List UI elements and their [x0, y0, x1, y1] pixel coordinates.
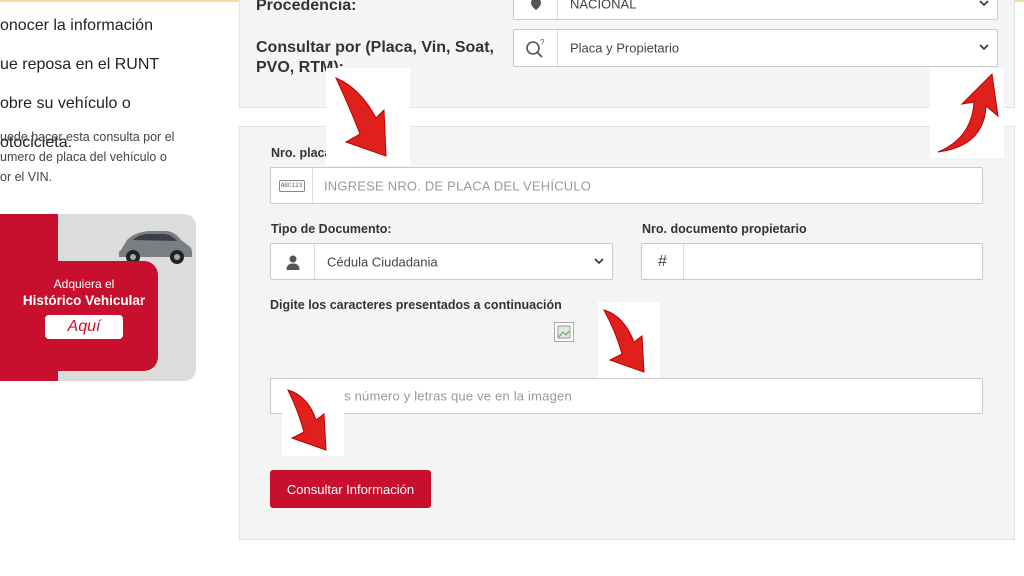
consultar-por-value: Placa y Propietario — [570, 40, 680, 56]
historico-vehicular-promo[interactable]: Adquiera el Histórico Vehicular Aquí — [0, 214, 196, 381]
sub-text: uede hacer esta consulta por el umero de… — [0, 127, 215, 187]
red-arrow-icon — [930, 68, 1004, 158]
chevron-down-icon — [979, 0, 989, 10]
tipo-documento-value: Cédula Ciudadania — [327, 254, 438, 269]
user-icon — [271, 244, 315, 279]
intro-line-2: ue reposa en el RUNT — [0, 55, 160, 73]
promo-aqui-button[interactable]: Aquí — [45, 315, 123, 339]
nro-documento-input[interactable]: # — [641, 243, 983, 280]
red-arrow-icon — [598, 302, 660, 378]
tipo-documento-label: Tipo de Documento: — [271, 222, 392, 236]
captcha-image — [554, 322, 574, 342]
captcha-label: Digite los caracteres presentados a cont… — [270, 298, 562, 312]
chevron-down-icon — [594, 256, 604, 268]
promo-line-1: Adquiera el — [53, 277, 115, 291]
intro-line-3: obre su vehículo o — [0, 94, 131, 112]
chevron-down-icon — [979, 42, 989, 54]
car-icon — [119, 231, 192, 264]
placa-label: Nro. placa — [271, 146, 332, 160]
procedencia-select[interactable]: NACIONAL — [513, 0, 998, 20]
procedencia-value: NACIONAL — [570, 0, 637, 12]
placa-input[interactable]: ABC123 INGRESE NRO. DE PLACA DEL VEHÍCUL… — [270, 167, 983, 204]
search-question-icon: ? — [514, 30, 558, 66]
red-arrow-icon — [326, 68, 410, 166]
sub-line-3: or el VIN. — [0, 170, 53, 184]
placa-placeholder: INGRESE NRO. DE PLACA DEL VEHÍCULO — [324, 178, 592, 193]
sub-line-2: umero de placa del vehículo o — [0, 150, 167, 164]
captcha-input[interactable]: Ingrese los número y letras que ve en la… — [270, 378, 983, 414]
hash-icon: # — [642, 244, 684, 279]
sub-line-1: uede hacer esta consulta por el — [0, 130, 175, 144]
license-plate-icon: ABC123 — [271, 168, 313, 203]
intro-line-1: onocer la información — [0, 16, 153, 34]
svg-text:?: ? — [540, 38, 545, 47]
procedencia-label: Procedencia: — [256, 0, 357, 14]
promo-line-2: Histórico Vehicular — [22, 293, 146, 308]
promo-inner-box: Adquiera el Histórico Vehicular Aquí — [10, 261, 158, 371]
red-arrow-icon — [282, 384, 344, 456]
left-info-column: onocer la información ue reposa en el RU… — [0, 0, 230, 576]
consultar-informacion-button[interactable]: Consultar Información — [270, 470, 431, 508]
tipo-documento-select[interactable]: Cédula Ciudadania — [270, 243, 613, 280]
consultar-por-select[interactable]: ? Placa y Propietario — [513, 29, 998, 67]
map-marker-icon — [514, 0, 558, 19]
nro-documento-label: Nro. documento propietario — [642, 222, 807, 236]
